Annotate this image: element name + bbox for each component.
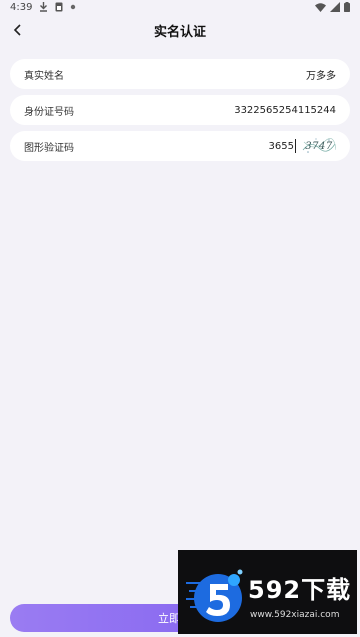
screen: 4:39 实名认证 真实姓名 万多多 身份证号码 332256525411524… bbox=[0, 0, 360, 637]
captcha-row[interactable]: 图形验证码 3747 bbox=[10, 131, 350, 161]
page-title: 实名认证 bbox=[153, 24, 206, 40]
cellular-signal-icon bbox=[330, 2, 340, 12]
id-number-label: 身份证号码 bbox=[24, 106, 74, 118]
site-watermark: 592下载 www.592xiazai.com bbox=[178, 550, 357, 634]
status-left: 4:39 bbox=[10, 2, 76, 13]
sim-card-icon bbox=[55, 2, 63, 12]
back-button[interactable] bbox=[6, 18, 30, 42]
header: 实名认证 bbox=[0, 14, 360, 46]
text-cursor bbox=[295, 139, 296, 153]
status-time: 4:39 bbox=[10, 1, 33, 13]
name-label: 真实姓名 bbox=[24, 70, 64, 82]
battery-icon bbox=[344, 2, 350, 12]
watermark-url: www.592xiazai.com bbox=[250, 610, 340, 620]
name-input[interactable] bbox=[136, 68, 336, 80]
captcha-input[interactable] bbox=[234, 140, 294, 152]
status-bar: 4:39 bbox=[0, 0, 360, 14]
watermark-logo-icon bbox=[186, 569, 243, 622]
wifi-icon bbox=[315, 2, 326, 12]
download-icon bbox=[39, 2, 48, 12]
notification-dot-icon bbox=[70, 4, 76, 10]
captcha-wrap: 3747 bbox=[234, 136, 336, 156]
status-right bbox=[315, 2, 350, 12]
id-number-input[interactable] bbox=[136, 104, 336, 116]
id-number-row[interactable]: 身份证号码 bbox=[10, 95, 350, 125]
chevron-left-icon bbox=[13, 21, 23, 40]
captcha-label: 图形验证码 bbox=[24, 142, 74, 154]
captcha-image-text: 3747 bbox=[305, 140, 333, 152]
captcha-image[interactable]: 3747 bbox=[302, 136, 336, 156]
name-row[interactable]: 真实姓名 bbox=[10, 59, 350, 89]
watermark-brand: 592下载 bbox=[248, 576, 352, 604]
